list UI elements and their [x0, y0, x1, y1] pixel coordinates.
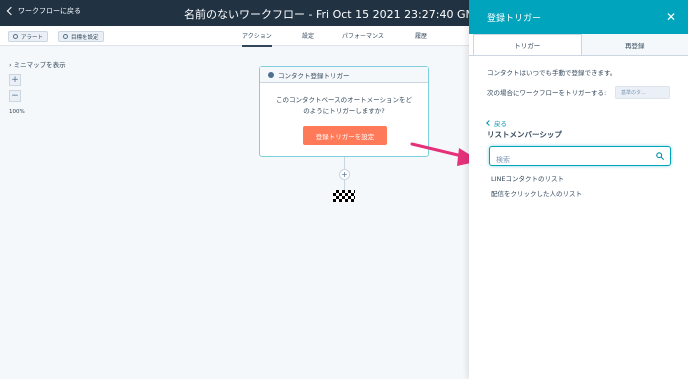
list-item[interactable]: LINEコンタクトのリスト — [491, 173, 564, 183]
search-field[interactable] — [489, 146, 671, 169]
chevron-left-icon — [486, 120, 492, 126]
close-icon[interactable]: ✕ — [666, 10, 676, 24]
search-icon[interactable] — [656, 152, 664, 160]
search-input[interactable] — [490, 151, 650, 169]
section-title: リストメンバーシップ — [487, 130, 562, 139]
back-link[interactable]: 戻る — [486, 118, 507, 128]
back-link-label: 戻る — [494, 120, 507, 128]
tab-reenrollment[interactable]: 再登録 — [581, 34, 688, 55]
panel-tabs: トリガー 再登録 — [469, 34, 688, 56]
manual-enroll-note: コンタクトはいつでも手動で登録できます。 — [487, 69, 617, 77]
list-item[interactable]: 配信をクリックした人のリスト — [491, 188, 582, 198]
panel-title: 登録トリガー — [487, 13, 542, 24]
tab-triggers[interactable]: トリガー — [473, 34, 582, 55]
panel-header: 登録トリガー ✕ — [469, 0, 688, 34]
criteria-type-select[interactable]: 基準のタ... — [615, 86, 670, 99]
condition-label: 次の場合にワークフローをトリガーする: — [487, 89, 607, 97]
enrollment-trigger-panel: 登録トリガー ✕ トリガー 再登録 コンタクトはいつでも手動で登録できます。 次… — [469, 0, 688, 379]
